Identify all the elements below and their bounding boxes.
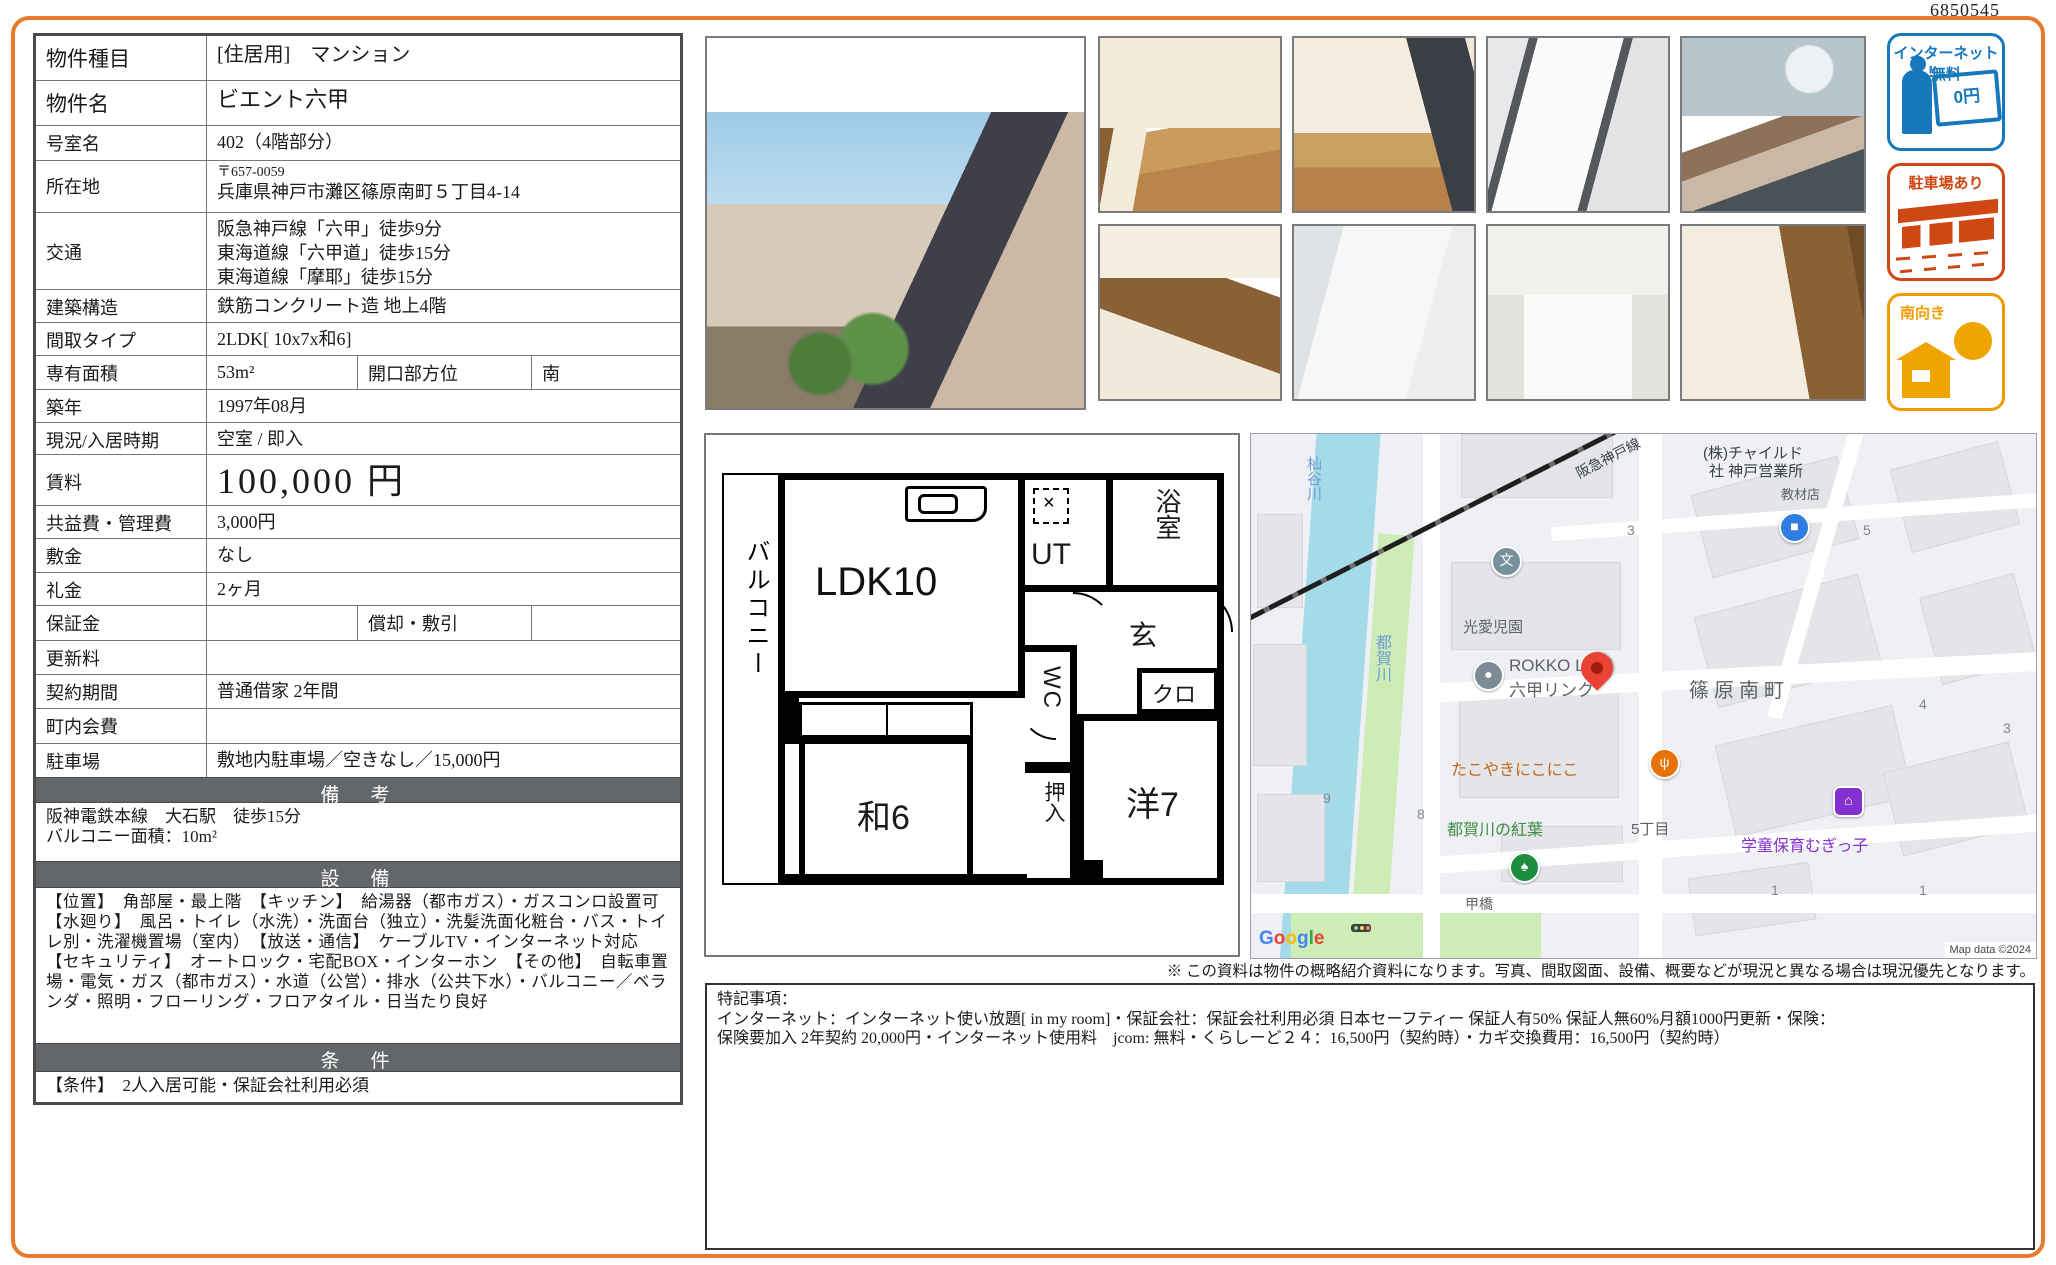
map-label-company3: 教材店 (1781, 484, 1820, 503)
table-row: 物件名ビエント六甲 (36, 80, 680, 125)
table-row: 号室名402（4階部分） (36, 125, 680, 160)
washer-icon (1033, 488, 1069, 524)
map-label-momiji: 都賀川の紅葉 (1447, 816, 1543, 840)
photo-living-room (1098, 36, 1282, 213)
table-row: 共益費・管理費3,000円 (36, 505, 680, 538)
property-table: 物件種目[住居用] マンション 物件名ビエント六甲 号室名402（4階部分） 所… (33, 33, 683, 1105)
rokko-link-pin[interactable]: ● (1473, 660, 1504, 691)
sun-icon (1954, 322, 1992, 360)
table-row: 賃料100,000 円 (36, 454, 680, 505)
floor-plan: バルコニー LDK10 UT 浴室 玄 クロ WC (704, 433, 1240, 957)
map-label-gakudou: 学童保育むぎっ子 (1741, 832, 1868, 856)
restaurant-pin[interactable]: ψ (1649, 748, 1680, 779)
floorplan-balcony: バルコニー (722, 473, 780, 885)
badge-south-facing: 南向き (1887, 293, 2005, 411)
childcare-pin[interactable]: ⌂ (1833, 786, 1864, 817)
table-row: 専有面積53m²開口部方位南 (36, 355, 680, 389)
rent-amount: 100,000 円 (207, 455, 680, 505)
map-label-river2: 都賀川 (1369, 634, 1393, 682)
floorplan-storage-cells (799, 702, 973, 738)
table-row: 建築構造鉄筋コンクリート造 地上4階 (36, 289, 680, 322)
photo-building-exterior (705, 36, 1086, 410)
monitor-icon: 0円 (1932, 69, 2002, 127)
school-pin[interactable]: 文 (1491, 546, 1522, 577)
table-row: 物件種目[住居用] マンション (36, 36, 680, 80)
table-row: 敷金なし (36, 538, 680, 572)
remarks-text: 阪神電鉄本線 大石駅 徒歩15分 バルコニー面積：10m² (36, 802, 680, 861)
floorplan-japanese-room: 和6 (799, 738, 973, 880)
map-label-takoyaki: たこやきにこにこ (1451, 756, 1578, 780)
remarks-header: 備 考 (36, 777, 680, 802)
table-row: 契約期間普通借家 2年間 (36, 674, 680, 708)
photo-closet-room (1680, 224, 1866, 401)
house-icon (1902, 358, 1950, 398)
map-label-rokko2: 六甲リンク (1509, 676, 1594, 701)
badge-internet-free: インターネット無料 ! 0円 (1887, 33, 2005, 151)
special-notes-box: 特記事項： インターネット：インターネット使い放題[ in my room]・保… (705, 983, 2035, 1250)
document-serial-number: 6850545 (1930, 0, 2040, 21)
photo-toilet (1486, 224, 1670, 401)
property-flyer: 6850545 物件種目[住居用] マンション 物件名ビエント六甲 号室名402… (0, 0, 2056, 1265)
photo-kitchen (1098, 224, 1282, 401)
table-row: 交通阪急神戸線「六甲」徒歩9分 東海道線「六甲道」徒歩15分 東海道線「摩耶」徒… (36, 212, 680, 289)
photo-western-room (1292, 36, 1476, 213)
table-row: 築年1997年08月 (36, 389, 680, 422)
map-label-river1: 杣谷川 (1303, 456, 1324, 501)
map-data-attribution: Map data ©2024 (1945, 942, 2037, 958)
traffic-signal-icon (1351, 924, 1371, 932)
conditions-text: 【条件】 2人入居可能・保証会社利用必須 (36, 1071, 680, 1102)
address: 兵庫県神戸市灘区篠原南町５丁目4-14 (217, 181, 676, 203)
disclaimer-text: ※ この資料は物件の概略紹介資料になります。写真、間取図面、設備、概要などが現況… (705, 959, 2035, 981)
floorplan-closet: クロ (1137, 668, 1219, 714)
location-map: 杣谷川 都賀川 阪急神戸線 文 光愛児園 ● ROKKO LINK 六甲リンク … (1250, 433, 2037, 959)
map-label-school: 光愛児園 (1463, 616, 1523, 637)
map-label-town: 篠原南町 (1689, 674, 1789, 703)
floorplan-bath: 浴室 (1113, 480, 1217, 592)
tree-pin[interactable]: ♠ (1509, 852, 1540, 883)
road (1639, 434, 1662, 958)
floorplan-entrance: 玄 (1115, 598, 1181, 672)
map-label-bridge: 甲橋 (1465, 894, 1493, 914)
floorplan-unit: LDK10 UT 浴室 玄 クロ WC 和6 押入 (778, 473, 1224, 885)
kitchen-counter-icon (905, 486, 987, 522)
table-row: 現況/入居時期空室 / 即入 (36, 422, 680, 454)
floorplan-western-room: 洋7 (1077, 714, 1219, 880)
special-notes-body: インターネット：インターネット使い放題[ in my room]・保証会社：保証… (717, 1011, 1835, 1048)
badge-south-label: 南向き (1900, 302, 1970, 323)
badge-parking-label: 駐車場あり (1890, 172, 2002, 193)
special-notes-title: 特記事項： (717, 991, 797, 1008)
map-label-chome: 5丁目 (1631, 818, 1669, 839)
equipment-header: 設 備 (36, 861, 680, 887)
table-row: 所在地 〒657-0059兵庫県神戸市灘区篠原南町５丁目4-14 (36, 160, 680, 212)
floorplan-futon-closet: 押入 (1025, 769, 1077, 880)
photo-balcony (1486, 36, 1670, 213)
floorplan-ldk: LDK10 (785, 480, 1025, 698)
google-logo[interactable]: Google (1259, 928, 1324, 950)
company-pin[interactable]: ■ (1779, 512, 1810, 543)
photo-washroom (1292, 224, 1476, 401)
photo-city-view (1680, 36, 1866, 213)
badge-parking: 駐車場あり (1887, 163, 2005, 281)
table-row: 駐車場敷地内駐車場／空きなし／15,000円 (36, 743, 680, 777)
conditions-header: 条 件 (36, 1043, 680, 1071)
equipment-text: 【位置】 角部屋・最上階 【キッチン】 給湯器（都市ガス）・ガスコンロ設置可 【… (36, 887, 680, 1043)
table-row: 町内会費 (36, 708, 680, 743)
postal-code: 〒657-0059 (217, 165, 676, 181)
map-label-company2: 社 神戸営業所 (1709, 460, 1803, 481)
table-row: 礼金2ヶ月 (36, 572, 680, 605)
table-row: 保証金償却・敷引 (36, 605, 680, 640)
floorplan-utility: UT (1025, 480, 1113, 592)
table-row: 間取タイプ2LDK[ 10x7x和6] (36, 322, 680, 355)
table-row: 更新料 (36, 640, 680, 674)
